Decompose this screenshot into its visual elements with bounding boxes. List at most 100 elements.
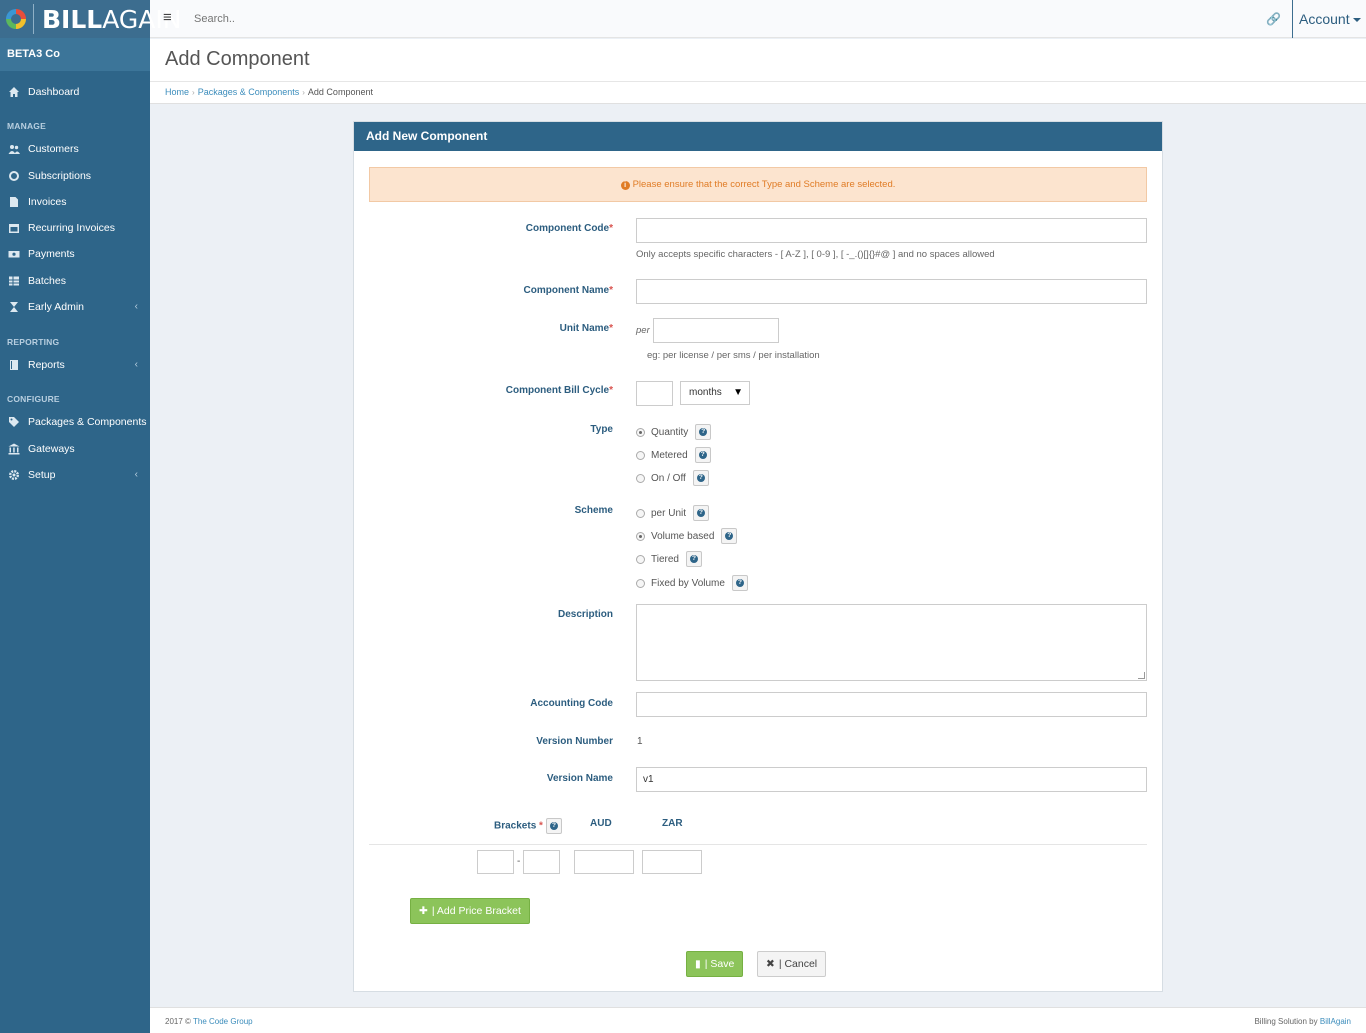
link-icon[interactable]: 🔗 xyxy=(1266,12,1281,26)
breadcrumb-home[interactable]: Home xyxy=(165,87,189,97)
breadcrumb-packages[interactable]: Packages & Components xyxy=(198,87,300,97)
brand-name: BILLAGAIN xyxy=(42,5,182,34)
sidebar: BETA3 Co Dashboard MANAGE Customers Subs… xyxy=(0,38,150,1033)
brand-logo[interactable]: BILLAGAIN xyxy=(0,0,181,38)
menu-toggle-icon[interactable]: ≡ xyxy=(163,10,175,27)
component-code-input[interactable] xyxy=(636,218,1147,243)
help-icon[interactable] xyxy=(545,818,562,834)
sidebar-item-dashboard[interactable]: Dashboard xyxy=(0,80,150,104)
cancel-button[interactable]: ✖ | Cancel xyxy=(757,951,827,977)
footer: 2017 © The Code Group Billing Solution b… xyxy=(150,1007,1366,1033)
help-icon[interactable] xyxy=(693,505,710,521)
radio-button[interactable] xyxy=(636,554,645,564)
help-icon[interactable] xyxy=(695,424,712,440)
type-option-quantity[interactable]: Quantity xyxy=(636,424,712,440)
unit-name-prefix: per xyxy=(636,325,650,336)
help-icon[interactable] xyxy=(694,447,711,463)
radio-selected[interactable] xyxy=(636,427,645,437)
add-price-bracket-button[interactable]: ✚ | Add Price Bracket xyxy=(410,898,530,924)
help-icon[interactable] xyxy=(721,528,738,544)
money-icon xyxy=(8,251,20,258)
scheme-label: Scheme xyxy=(574,505,613,516)
radio-button[interactable] xyxy=(636,450,645,460)
sidebar-item-customers[interactable]: Customers xyxy=(0,137,150,161)
section-reporting: REPORTING xyxy=(7,337,60,347)
caret-down-icon: ▼ xyxy=(733,387,743,398)
sidebar-item-invoices[interactable]: Invoices xyxy=(0,190,150,214)
chevron-left-icon: ‹ xyxy=(134,301,138,312)
bill-cycle-unit-select[interactable]: months ▼ xyxy=(680,381,750,405)
bracket-from-input[interactable] xyxy=(477,850,514,874)
sidebar-item-recurring-invoices[interactable]: Recurring Invoices xyxy=(0,216,150,240)
chevron-left-icon: ‹ xyxy=(134,359,138,370)
footer-company-link[interactable]: The Code Group xyxy=(193,1017,253,1026)
help-icon[interactable] xyxy=(685,551,702,567)
hourglass-icon xyxy=(10,302,18,312)
sidebar-item-setup[interactable]: Setup ‹ xyxy=(0,463,150,487)
sidebar-item-subscriptions[interactable]: Subscriptions xyxy=(0,164,150,188)
sidebar-item-batches[interactable]: Batches xyxy=(0,269,150,293)
component-code-help: Only accepts specific characters - [ A-Z… xyxy=(636,249,995,260)
scheme-option-tiered[interactable]: Tiered xyxy=(636,551,702,567)
sidebar-item-payments[interactable]: Payments xyxy=(0,242,150,266)
accounting-code-input[interactable] xyxy=(636,692,1147,717)
chevron-left-icon: ‹ xyxy=(134,469,138,480)
version-number-value: 1 xyxy=(637,736,643,747)
save-button[interactable]: ▮ | Save xyxy=(686,951,744,977)
radio-button[interactable] xyxy=(636,473,645,483)
version-name-label: Version Name xyxy=(546,773,613,784)
description-textarea[interactable] xyxy=(636,604,1147,681)
breadcrumb-separator-icon: › xyxy=(302,88,305,97)
bracket-price-zar-input[interactable] xyxy=(642,850,702,874)
close-icon: ✖ xyxy=(766,958,775,970)
calendar-icon xyxy=(9,224,19,233)
gear-icon xyxy=(9,470,19,480)
bracket-to-input[interactable] xyxy=(523,850,560,874)
help-icon[interactable] xyxy=(731,575,748,591)
logo-icon xyxy=(6,9,26,29)
type-option-on-off[interactable]: On / Off xyxy=(636,470,709,486)
type-option-metered[interactable]: Metered xyxy=(636,447,711,463)
content-header: Add Component xyxy=(150,39,1366,82)
type-label: Type xyxy=(590,424,613,435)
breadcrumb-separator-icon: › xyxy=(192,88,195,97)
sidebar-item-reports[interactable]: Reports ‹ xyxy=(0,353,150,377)
chevron-down-icon xyxy=(1352,18,1361,23)
currency-header-aud: AUD xyxy=(590,818,612,829)
search-input[interactable] xyxy=(188,8,588,30)
save-icon: ▮ xyxy=(695,958,701,970)
sidebar-item-gateways[interactable]: Gateways xyxy=(0,437,150,461)
footer-billagain-link[interactable]: BillAgain xyxy=(1320,1017,1351,1026)
breadcrumb-bar: Home › Packages & Components › Add Component xyxy=(150,82,1366,104)
radio-button[interactable] xyxy=(636,508,645,518)
bracket-range-separator: - xyxy=(517,856,521,867)
scheme-option-per-unit[interactable]: per Unit xyxy=(636,505,710,521)
section-manage: MANAGE xyxy=(7,121,46,131)
add-component-panel: Add New Component i Please ensure that th… xyxy=(353,121,1163,992)
help-icon[interactable] xyxy=(692,470,709,486)
unit-name-help: eg: per license / per sms / per installa… xyxy=(647,350,820,361)
radio-selected[interactable] xyxy=(636,531,645,541)
scheme-option-fixed-by-volume[interactable]: Fixed by Volume xyxy=(636,575,748,591)
warning-alert: i Please ensure that the correct Type and… xyxy=(369,167,1147,202)
company-name: BETA3 Co xyxy=(0,38,150,71)
file-icon xyxy=(10,197,18,207)
brackets-label: Brackets * xyxy=(494,818,562,834)
top-navbar: BILLAGAIN ≡ 🔗 Account xyxy=(0,0,1366,38)
version-name-input[interactable] xyxy=(636,767,1147,792)
component-name-input[interactable] xyxy=(636,279,1147,304)
unit-name-input[interactable] xyxy=(653,318,779,343)
users-icon xyxy=(8,145,20,154)
bracket-price-aud-input[interactable] xyxy=(574,850,634,874)
plus-icon: ✚ xyxy=(419,905,428,917)
table-icon xyxy=(9,276,19,286)
sidebar-item-packages-components[interactable]: Packages & Components xyxy=(0,410,150,434)
tags-icon xyxy=(9,417,19,427)
bill-cycle-input[interactable] xyxy=(636,381,673,406)
page-title: Add Component xyxy=(165,48,310,70)
account-menu[interactable]: Account xyxy=(1292,0,1366,38)
footer-copyright: 2017 © The Code Group xyxy=(165,1017,253,1026)
sidebar-item-early-admin[interactable]: Early Admin ‹ xyxy=(0,295,150,319)
radio-button[interactable] xyxy=(636,578,645,588)
scheme-option-volume-based[interactable]: Volume based xyxy=(636,528,738,544)
